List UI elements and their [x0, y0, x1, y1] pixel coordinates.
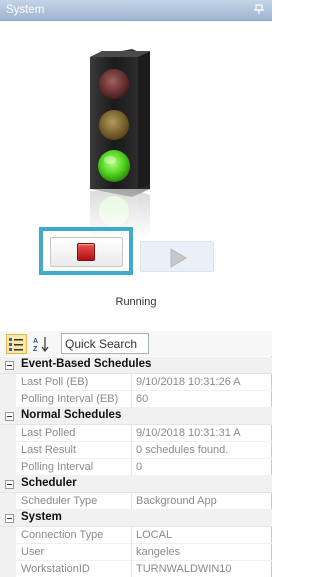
row-gutter [0, 374, 16, 391]
property-name: Polling Interval [21, 461, 94, 473]
traffic-light-icon [70, 39, 200, 239]
row-gutter [0, 544, 16, 561]
property-name: Polling Interval (EB) [21, 393, 119, 405]
svg-text:A: A [33, 338, 38, 345]
grid-category-label: Scheduler [21, 477, 77, 489]
status-area [0, 21, 272, 331]
collapse-icon[interactable] [5, 514, 14, 523]
grid-row[interactable]: WorkstationID TURNWALDWIN10 [0, 561, 272, 577]
row-gutter [0, 459, 16, 476]
property-value: kangeles [136, 546, 181, 558]
grid-category-label: System [21, 511, 62, 523]
property-value: 0 schedules found. [136, 444, 229, 456]
stop-button[interactable] [50, 237, 123, 267]
status-label: Running [115, 296, 157, 308]
property-value: 9/10/2018 10:31:26 A [136, 376, 241, 388]
property-name: Last Poll (EB) [21, 376, 89, 388]
column-divider [131, 425, 132, 442]
pin-icon[interactable] [252, 3, 266, 17]
grid-row[interactable]: Last Poll (EB) 9/10/2018 10:31:26 A [0, 374, 272, 391]
start-button[interactable] [140, 241, 214, 272]
categorized-view-button[interactable] [6, 334, 27, 354]
categorized-view-icon [9, 338, 23, 351]
svg-text:Z: Z [33, 346, 38, 353]
grid-row[interactable]: User kangeles [0, 544, 272, 561]
collapse-icon[interactable] [5, 361, 14, 370]
column-divider [131, 527, 132, 544]
property-value: 0 [136, 461, 143, 473]
column-divider [131, 459, 132, 476]
grid-row[interactable]: Polling Interval (EB) 60 [0, 391, 272, 408]
property-name: Last Result [21, 444, 77, 456]
grid-category[interactable]: System [0, 510, 272, 527]
property-name: Connection Type [21, 529, 104, 541]
grid-category[interactable]: Scheduler [0, 476, 272, 493]
property-value: Background App [136, 495, 217, 507]
grid-category[interactable]: Normal Schedules [0, 408, 272, 425]
row-gutter [0, 425, 16, 442]
property-name: Scheduler Type [21, 495, 98, 507]
property-value: 60 [136, 393, 149, 405]
row-gutter [0, 442, 16, 459]
property-grid: Event-Based Schedules Last Poll (EB) 9/10/… [0, 357, 272, 577]
alphabetical-sort-button[interactable]: A Z [31, 334, 52, 354]
property-name: User [21, 546, 45, 558]
play-icon [170, 248, 187, 268]
collapse-icon[interactable] [5, 480, 14, 489]
property-name: WorkstationID [21, 563, 90, 575]
column-divider [131, 442, 132, 459]
stop-button-focus-ring [39, 227, 133, 275]
grid-row[interactable]: Last Polled 9/10/2018 10:31:31 A [0, 425, 272, 442]
column-divider [131, 374, 132, 391]
panel-title: System [6, 4, 45, 16]
panel-titlebar: System [0, 0, 272, 21]
quick-search-input[interactable] [61, 333, 149, 354]
column-divider [131, 493, 132, 510]
column-divider [131, 561, 132, 577]
stop-icon [77, 243, 95, 261]
grid-row[interactable]: Last Result 0 schedules found. [0, 442, 272, 459]
property-value: TURNWALDWIN10 [136, 563, 232, 575]
grid-row[interactable]: Polling Interval 0 [0, 459, 272, 476]
property-value: LOCAL [136, 529, 173, 541]
grid-category[interactable]: Event-Based Schedules [0, 357, 272, 374]
property-name: Last Polled [21, 427, 76, 439]
grid-row[interactable]: Scheduler Type Background App [0, 493, 272, 510]
system-panel: System Running A Z Quick Search Event-Ba… [0, 0, 272, 577]
collapse-icon[interactable] [5, 412, 14, 421]
grid-category-label: Normal Schedules [21, 409, 122, 421]
property-value: 9/10/2018 10:31:31 A [136, 427, 241, 439]
grid-category-label: Event-Based Schedules [21, 358, 152, 370]
row-gutter [0, 391, 16, 408]
column-divider [131, 391, 132, 408]
row-gutter [0, 561, 16, 577]
row-gutter [0, 527, 16, 544]
row-gutter [0, 493, 16, 510]
alphabetical-sort-icon: A Z [33, 337, 49, 353]
grid-row[interactable]: Connection Type LOCAL [0, 527, 272, 544]
column-divider [131, 544, 132, 561]
